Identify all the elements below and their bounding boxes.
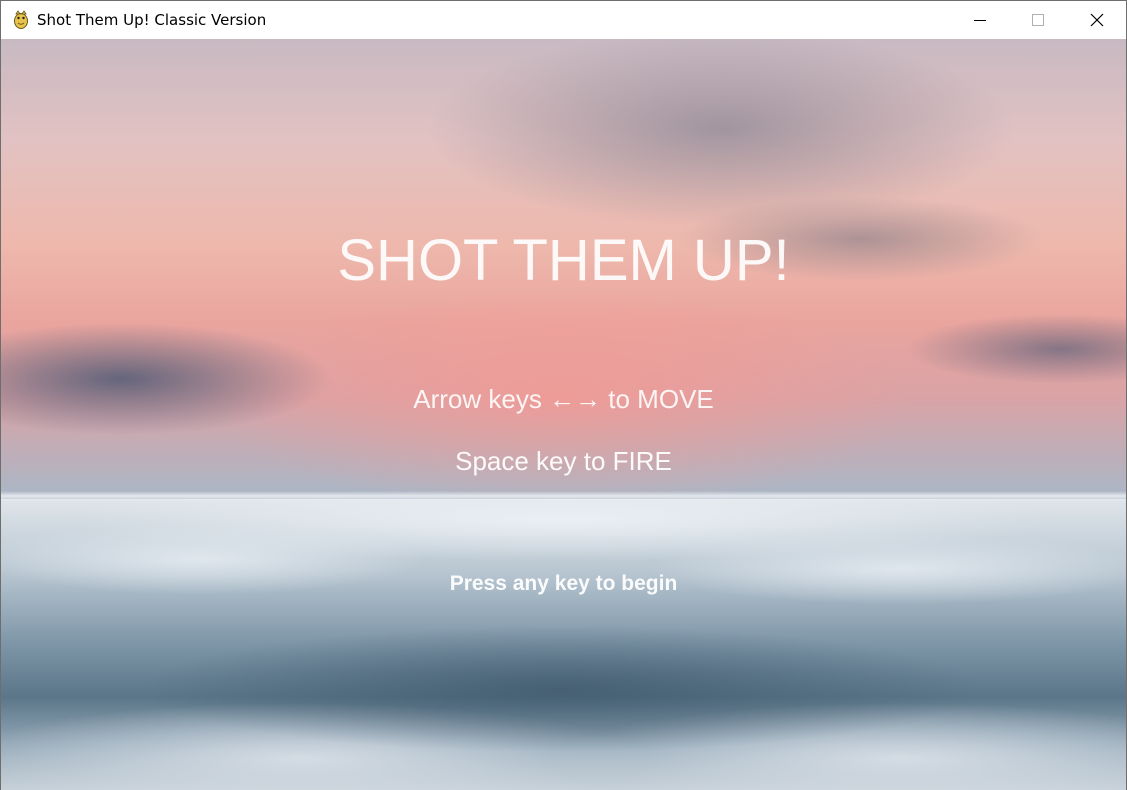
maximize-icon: [1032, 14, 1044, 26]
maximize-button[interactable]: [1009, 1, 1067, 39]
close-button[interactable]: [1068, 1, 1126, 39]
horizon-glow: [1, 491, 1126, 501]
title-bar[interactable]: Shot Them Up! Classic Version: [1, 1, 1126, 39]
game-window: Shot Them Up! Classic Version SHOT THEM …: [0, 0, 1127, 790]
fire-instruction: Space key to FIRE: [455, 446, 672, 476]
move-instruction: Arrow keys ←→ to MOVE: [413, 384, 714, 414]
game-title: SHOT THEM UP!: [337, 228, 790, 293]
start-prompt: Press any key to begin: [449, 572, 678, 595]
cloud-sea-background: [1, 499, 1126, 790]
game-canvas[interactable]: SHOT THEM UP! Arrow keys ←→ to MOVE Spac…: [1, 39, 1126, 790]
minimize-button[interactable]: [951, 1, 1009, 39]
minimize-icon: [974, 20, 986, 21]
close-icon: [1090, 13, 1104, 27]
window-title: Shot Them Up! Classic Version: [37, 11, 267, 29]
python-snake-icon: [14, 10, 28, 29]
